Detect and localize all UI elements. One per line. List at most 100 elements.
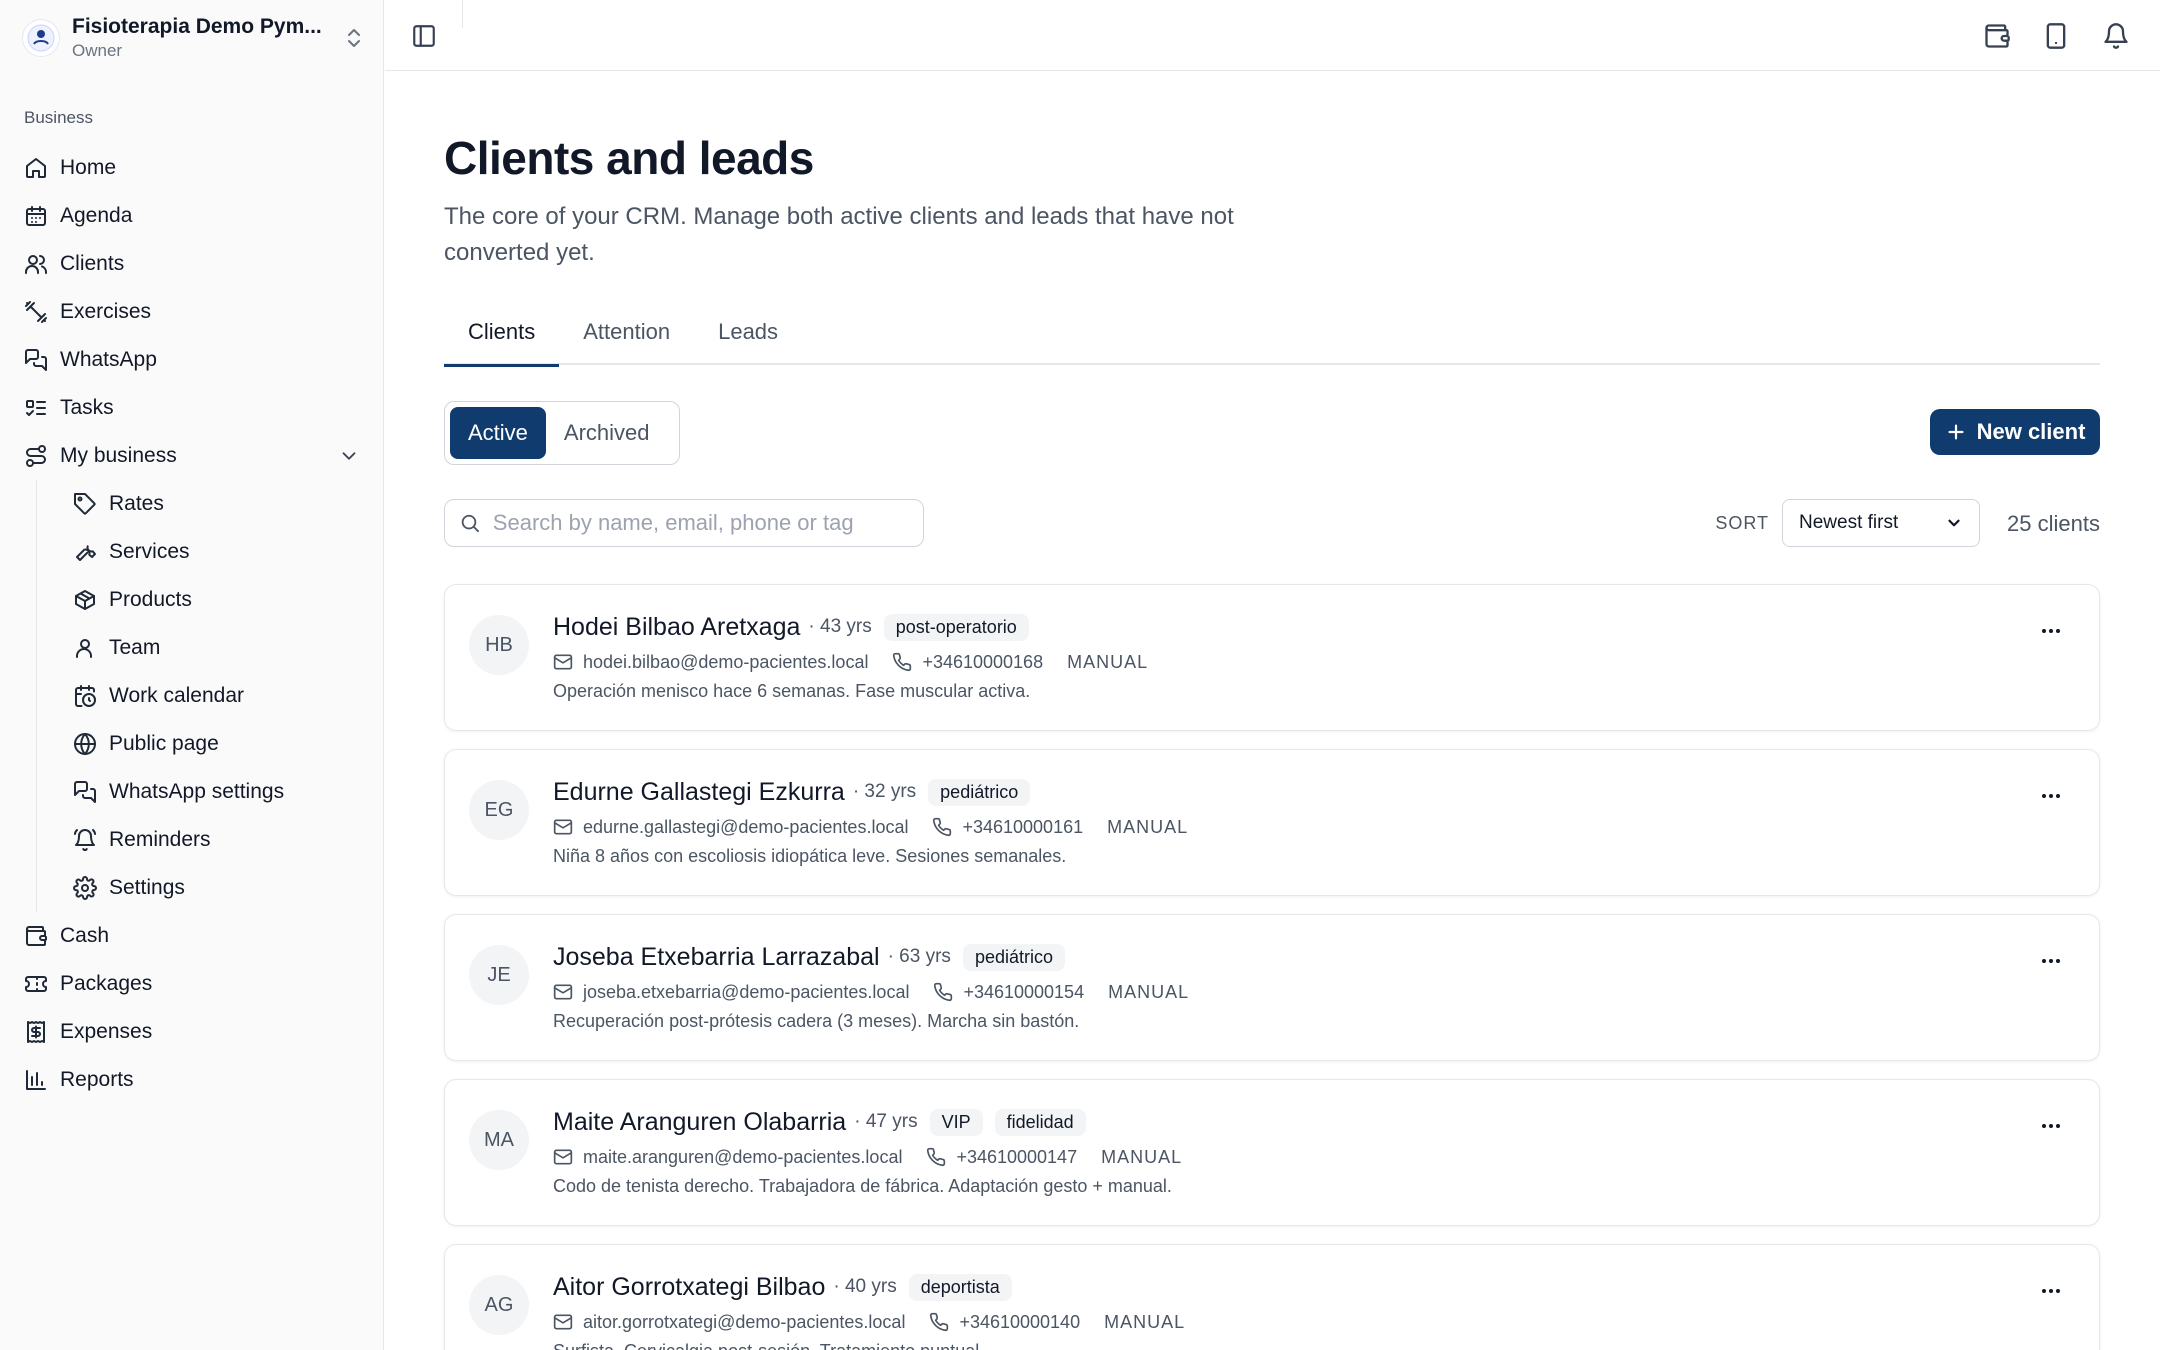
client-tag: VIP: [929, 1108, 983, 1136]
avatar: HB: [469, 615, 529, 675]
sidebar-item-rates[interactable]: Rates: [61, 480, 370, 528]
client-card[interactable]: MA Maite Aranguren Olabarria · 47 yrs VI…: [444, 1079, 2100, 1226]
org-switcher[interactable]: Fisioterapia Demo Pym... Owner: [22, 10, 366, 66]
more-horizontal-icon[interactable]: [2039, 949, 2063, 973]
sidebar-item-label: Agenda: [60, 204, 133, 227]
sidebar-item-expenses[interactable]: Expenses: [14, 1008, 370, 1056]
page-subtitle: The core of your CRM. Manage both active…: [444, 203, 1234, 266]
sidebar-item-public-page[interactable]: Public page: [61, 720, 370, 768]
gear-icon: [73, 876, 97, 900]
more-horizontal-icon[interactable]: [2039, 784, 2063, 808]
sidebar-item-settings[interactable]: Settings: [61, 864, 370, 912]
client-tag: deportista: [908, 1273, 1012, 1301]
sidebar: Fisioterapia Demo Pym... Owner Business …: [0, 0, 384, 1350]
wrench-icon: [76, 545, 96, 561]
search-icon: [461, 514, 479, 533]
bell-icon[interactable]: [2102, 22, 2130, 50]
client-card[interactable]: EG Edurne Gallastegi Ezkurra · 32 yrs pe…: [444, 749, 2100, 896]
client-email: aitor.gorrotxategi@demo-pacientes.local: [583, 1311, 906, 1332]
sidebar-item-cash[interactable]: Cash: [14, 912, 370, 960]
client-phone: +34610000161: [962, 816, 1084, 837]
receipt-icon: [27, 1021, 45, 1043]
mail-icon: [553, 654, 573, 670]
tablet-icon[interactable]: [2042, 22, 2070, 50]
sidebar-nav: Home Agenda Clients Exercises WhatsApp T…: [14, 144, 370, 1104]
client-source: MANUAL: [1104, 1311, 1186, 1332]
route-icon: [26, 445, 46, 467]
sidebar-item-label: Tasks: [60, 396, 114, 419]
sort-label: SORT: [1715, 513, 1769, 533]
client-source: MANUAL: [1067, 651, 1149, 672]
sidebar-item-agenda[interactable]: Agenda: [14, 192, 370, 240]
sidebar-item-clients[interactable]: Clients: [14, 240, 370, 288]
page-title: Clients and leads: [444, 132, 814, 184]
client-name[interactable]: Joseba Etxebarria Larrazabal: [553, 943, 880, 972]
phone-icon: [927, 1147, 946, 1167]
client-phone: +34610000140: [959, 1311, 1081, 1332]
chevron-down-icon: [342, 452, 356, 460]
sidebar-item-tasks[interactable]: Tasks: [14, 384, 370, 432]
client-phone: +34610000147: [956, 1146, 1078, 1167]
sidebar-item-label: Team: [109, 636, 161, 659]
sidebar-item-label: WhatsApp: [60, 348, 157, 371]
tab-clients[interactable]: Clients: [444, 299, 560, 367]
user-icon: [76, 639, 92, 658]
filter-active-button[interactable]: Active: [450, 407, 546, 459]
client-email: edurne.gallastegi@demo-pacientes.local: [583, 816, 909, 837]
tab-attention[interactable]: Attention: [559, 299, 694, 365]
sidebar-toggle-icon[interactable]: [411, 23, 437, 49]
sidebar-item-packages[interactable]: Packages: [14, 960, 370, 1008]
chevron-down-icon: [1948, 519, 1960, 527]
sidebar-item-exercises[interactable]: Exercises: [14, 288, 370, 336]
nav-section-label: Business: [24, 108, 93, 127]
client-email: joseba.etxebarria@demo-pacientes.local: [583, 981, 910, 1002]
client-name[interactable]: Maite Aranguren Olabarria: [553, 1108, 846, 1137]
more-horizontal-icon[interactable]: [2039, 619, 2063, 643]
client-age: · 43 yrs: [808, 616, 872, 637]
phone-icon: [933, 817, 952, 837]
sidebar-item-home[interactable]: Home: [14, 144, 370, 192]
sidebar-item-products[interactable]: Products: [61, 576, 370, 624]
new-client-button[interactable]: New client: [1930, 409, 2100, 455]
client-card[interactable]: HB Hodei Bilbao Aretxaga · 43 yrs post-o…: [444, 584, 2100, 731]
sidebar-item-reports[interactable]: Reports: [14, 1056, 370, 1104]
sidebar-item-label: WhatsApp settings: [109, 780, 285, 803]
sidebar-item-label: Clients: [60, 252, 125, 275]
client-email: hodei.bilbao@demo-pacientes.local: [583, 651, 869, 672]
chevrons-up-down-icon: [348, 29, 360, 47]
sort-select[interactable]: Newest first: [1782, 499, 1980, 547]
sidebar-item-label: My business: [60, 444, 177, 467]
more-horizontal-icon[interactable]: [2039, 1279, 2063, 1303]
mail-icon: [553, 1149, 573, 1165]
sidebar-item-work-calendar[interactable]: Work calendar: [61, 672, 370, 720]
sidebar-item-services[interactable]: Services: [61, 528, 370, 576]
client-name[interactable]: Hodei Bilbao Aretxaga: [553, 613, 800, 642]
search-box: [444, 499, 924, 547]
sidebar-item-team[interactable]: Team: [61, 624, 370, 672]
search-input[interactable]: [492, 510, 909, 536]
sidebar-item-label: Work calendar: [109, 684, 245, 707]
wallet-icon[interactable]: [1983, 22, 2011, 50]
sidebar-item-my-business[interactable]: My business: [14, 432, 370, 480]
client-age: · 47 yrs: [854, 1111, 918, 1132]
sidebar-item-reminders[interactable]: Reminders: [61, 816, 370, 864]
client-list: HB Hodei Bilbao Aretxaga · 43 yrs post-o…: [444, 584, 2100, 1350]
more-horizontal-icon[interactable]: [2039, 1114, 2063, 1138]
client-name[interactable]: Edurne Gallastegi Ezkurra: [553, 778, 845, 807]
tab-leads[interactable]: Leads: [694, 299, 802, 365]
org-name: Fisioterapia Demo Pym...: [72, 15, 322, 38]
client-card[interactable]: JE Joseba Etxebarria Larrazabal · 63 yrs…: [444, 914, 2100, 1061]
client-name[interactable]: Aitor Gorrotxategi Bilbao: [553, 1273, 825, 1302]
sidebar-item-whatsapp-settings[interactable]: WhatsApp settings: [61, 768, 370, 816]
filter-archived-button[interactable]: Archived: [546, 407, 668, 459]
client-card[interactable]: AG Aitor Gorrotxategi Bilbao · 40 yrs de…: [444, 1244, 2100, 1350]
client-tag: pediátrico: [962, 943, 1065, 971]
phone-icon: [930, 1312, 949, 1332]
ticket-icon: [25, 976, 47, 992]
plus-icon: [1948, 424, 1964, 440]
topbar: [385, 0, 2160, 71]
client-age: · 40 yrs: [833, 1276, 897, 1297]
sidebar-item-whatsapp[interactable]: WhatsApp: [14, 336, 370, 384]
bar-chart-icon: [26, 1070, 46, 1090]
sidebar-item-label: Exercises: [60, 300, 152, 323]
